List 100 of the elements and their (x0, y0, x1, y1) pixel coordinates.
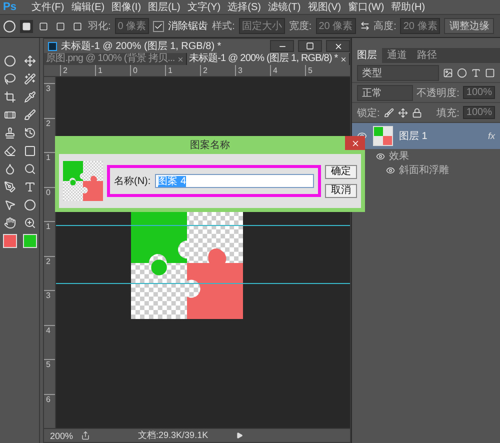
ruler-number: 5 (44, 359, 55, 394)
menu-item[interactable]: 选择(S) (228, 0, 261, 14)
lock-icon[interactable] (412, 108, 422, 118)
dialog-button[interactable]: 确定 (325, 164, 357, 178)
ruler-number: 2 (60, 65, 95, 76)
menu-item[interactable]: 图层(L) (148, 0, 180, 14)
menu-item[interactable]: 窗口(W) (348, 0, 384, 14)
document-tab[interactable]: 未标题-1 @ 200% (图层 1, RGB/8) * (186, 53, 350, 65)
foreground-color-swatch[interactable] (3, 234, 17, 248)
menu-item[interactable]: 滤镜(T) (268, 0, 301, 14)
eraser-icon[interactable] (4, 145, 16, 157)
refine-edge-button[interactable]: 调整边缘 (444, 18, 494, 34)
menu-item[interactable]: 文件(F) (31, 0, 64, 14)
menu-item[interactable]: 文字(Y) (187, 0, 221, 14)
effects-label: 效果 (389, 150, 409, 163)
menu-item[interactable]: 视图(V) (308, 0, 342, 14)
new-selection-icon[interactable] (20, 20, 33, 32)
document-icon (48, 42, 57, 50)
ruler-number: 4 (44, 324, 55, 359)
shape-filter-icon[interactable] (485, 68, 495, 78)
lock-label: 锁定: (357, 106, 380, 120)
move-lock-icon[interactable] (398, 108, 408, 118)
ruler-number: 5 (305, 65, 340, 76)
close-icon (350, 138, 360, 148)
document-title: 未标题-1 @ 200% (图层 1, RGB/8) * (61, 40, 222, 53)
image-filter-icon[interactable] (443, 68, 453, 78)
type-filter-icon[interactable] (471, 68, 481, 78)
adjustment-filter-icon[interactable] (457, 68, 467, 78)
pattern-preview-drawing (63, 161, 103, 201)
name-input[interactable]: 图案 4 (154, 174, 314, 188)
anti-alias-checkbox[interactable] (153, 20, 164, 32)
share-icon[interactable] (81, 431, 90, 440)
menu-item[interactable]: 帮助(H) (391, 0, 426, 14)
move-icon[interactable] (24, 55, 36, 67)
pen-icon[interactable] (4, 181, 16, 193)
filter-select[interactable]: 类型 (357, 64, 439, 80)
checkmark-icon (154, 22, 164, 30)
close-button[interactable] (345, 136, 365, 150)
minimize-button[interactable] (270, 40, 294, 52)
panel-tab[interactable]: 通道 (382, 48, 412, 63)
brush-icon[interactable] (24, 109, 36, 121)
layer-thumbnail (373, 126, 393, 146)
ruler-number: 3 (44, 83, 55, 118)
hand-icon[interactable] (4, 217, 16, 229)
magnifier-icon[interactable] (24, 163, 36, 175)
menu-item[interactable]: 编辑(E) (71, 0, 105, 14)
background-color-swatch[interactable] (23, 234, 37, 248)
close-button[interactable] (326, 40, 350, 52)
maximize-icon (306, 42, 314, 50)
panel-tab[interactable]: 图层 (352, 48, 382, 63)
ruler-number: 1 (95, 65, 130, 76)
layer-name: 图层 1 (399, 130, 428, 143)
eye-icon[interactable] (386, 166, 395, 174)
panel-tab[interactable]: 路径 (412, 48, 442, 63)
swap-icon[interactable] (360, 21, 370, 31)
type-icon[interactable] (24, 181, 36, 193)
stamp-icon[interactable] (4, 127, 16, 139)
ellipse-icon[interactable] (24, 199, 36, 211)
height-label: 高度: (374, 20, 396, 33)
ruler-number: 4 (270, 65, 305, 76)
history-brush-icon[interactable] (24, 127, 36, 139)
lasso-icon[interactable] (4, 73, 16, 85)
document-size: 文档:29.3K/39.1K (138, 429, 208, 442)
layer-row[interactable]: 图层 1 fx (352, 123, 500, 149)
crop-icon[interactable] (4, 91, 16, 103)
close-icon[interactable] (176, 56, 184, 62)
gradient-icon[interactable] (24, 145, 36, 157)
ruler-number: 1 (44, 221, 55, 256)
name-label: 名称(N): (114, 175, 151, 188)
zoom-icon[interactable] (24, 217, 36, 229)
document-tab[interactable]: 原图.png @ 100% (背景 拷贝... (44, 53, 187, 65)
fill-field[interactable]: 100% (463, 106, 495, 119)
height-field[interactable]: 20 像素 (400, 18, 440, 34)
feather-label: 羽化: (88, 20, 111, 33)
close-icon (334, 42, 342, 50)
opacity-field[interactable]: 100% (463, 86, 495, 99)
dialog-title: 图案名称 (190, 138, 230, 152)
ellipse-marquee-icon[interactable] (4, 55, 16, 67)
app-logo: Ps (3, 1, 16, 13)
bandage-icon[interactable] (4, 109, 16, 121)
ruler-number: 0 (130, 65, 165, 76)
feather-field[interactable]: 0 像素 (114, 18, 150, 34)
brush-lock-icon[interactable] (384, 108, 394, 118)
menu-item[interactable]: 图像(I) (112, 0, 142, 14)
magic-wand-icon[interactable] (24, 73, 36, 85)
maximize-button[interactable] (298, 40, 322, 52)
effect-name: 斜面和浮雕 (399, 164, 449, 177)
ellipse-marquee-icon[interactable] (3, 20, 16, 32)
eye-icon[interactable] (376, 152, 385, 160)
style-select[interactable]: 固定大小 (238, 18, 285, 34)
pointer-icon[interactable] (4, 199, 16, 211)
fill-label: 填充: (436, 106, 460, 120)
ruler-number: 3 (44, 290, 55, 324)
eyedropper-icon[interactable] (24, 91, 36, 103)
width-field[interactable]: 20 像素 (316, 18, 356, 34)
drop-icon[interactable] (4, 163, 16, 175)
play-icon[interactable] (236, 432, 244, 439)
dialog-button[interactable]: 取消 (325, 184, 357, 198)
zoom-level[interactable]: 200% (50, 430, 74, 440)
blend-mode-select[interactable]: 正常 (357, 84, 413, 100)
